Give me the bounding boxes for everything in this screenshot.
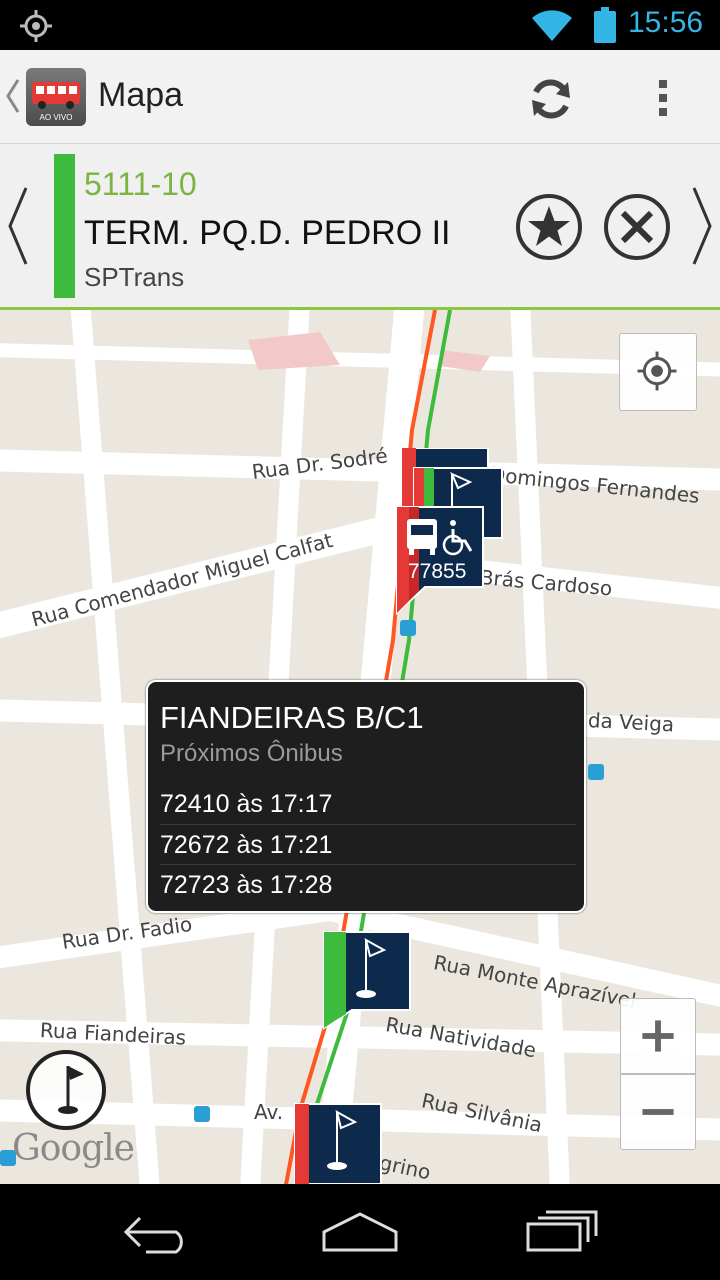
back-icon[interactable]	[120, 1214, 196, 1254]
street-label: Av.	[254, 1100, 284, 1124]
previous-line-icon[interactable]	[6, 186, 30, 266]
bus-number: 77855	[408, 560, 467, 583]
google-logo: Google	[12, 1128, 135, 1169]
bus-logo-icon: AO VIVO	[32, 82, 80, 122]
stop-info-window[interactable]: FIANDEIRAS B/C1 Próximos Ônibus 72410 às…	[146, 680, 586, 913]
recent-apps-icon[interactable]	[524, 1210, 600, 1254]
line-code: 5111-10	[84, 166, 197, 202]
stop-name: FIANDEIRAS B/C1	[160, 700, 424, 735]
map-view[interactable]: Rua Dr. Sodré Domingos Fernandes Rua Com…	[0, 310, 720, 1184]
navigation-bar	[0, 1184, 720, 1280]
close-icon[interactable]	[603, 193, 671, 261]
bus-stop-marker[interactable]	[322, 930, 412, 1030]
favorite-star-icon[interactable]	[515, 193, 583, 261]
refresh-icon[interactable]	[528, 76, 574, 122]
page-title: Mapa	[98, 76, 184, 114]
line-destination: TERM. PQ.D. PEDRO II	[84, 214, 451, 252]
up-chevron-icon[interactable]	[4, 78, 20, 114]
line-operator: SPTrans	[84, 262, 185, 292]
battery-icon	[594, 7, 616, 43]
arrival-row: 72672 às 17:21	[160, 824, 576, 864]
plus-icon	[642, 1020, 674, 1052]
zoom-in-button[interactable]	[620, 998, 696, 1074]
bus-marker[interactable]: 77855	[395, 505, 485, 617]
my-location-button[interactable]	[619, 333, 697, 411]
line-header: 5111-10 TERM. PQ.D. PEDRO II SPTrans	[0, 144, 720, 310]
line-color-bar	[54, 154, 75, 298]
zoom-out-button[interactable]	[620, 1074, 696, 1150]
app-logo[interactable]: AO VIVO	[26, 68, 86, 126]
home-icon[interactable]	[320, 1210, 400, 1254]
logo-text: AO VIVO	[40, 113, 73, 122]
arrival-row: 72410 às 17:17	[160, 790, 333, 818]
minus-icon	[642, 1109, 674, 1115]
arrival-row: 72723 às 17:28	[160, 864, 576, 904]
stop-toggle-icon[interactable]	[24, 1048, 108, 1132]
street-label: da Veiga	[587, 708, 675, 737]
crosshair-icon	[637, 351, 677, 391]
status-time: 15:56	[628, 6, 704, 39]
wifi-icon	[532, 10, 572, 41]
bus-stop-marker[interactable]	[293, 1102, 383, 1184]
action-bar: AO VIVO Mapa	[0, 50, 720, 144]
next-line-icon[interactable]	[690, 186, 714, 266]
overflow-menu-icon[interactable]	[650, 78, 676, 118]
stop-subtitle: Próximos Ônibus	[160, 740, 343, 767]
gps-icon	[20, 10, 52, 42]
status-bar: 15:56	[0, 0, 720, 50]
